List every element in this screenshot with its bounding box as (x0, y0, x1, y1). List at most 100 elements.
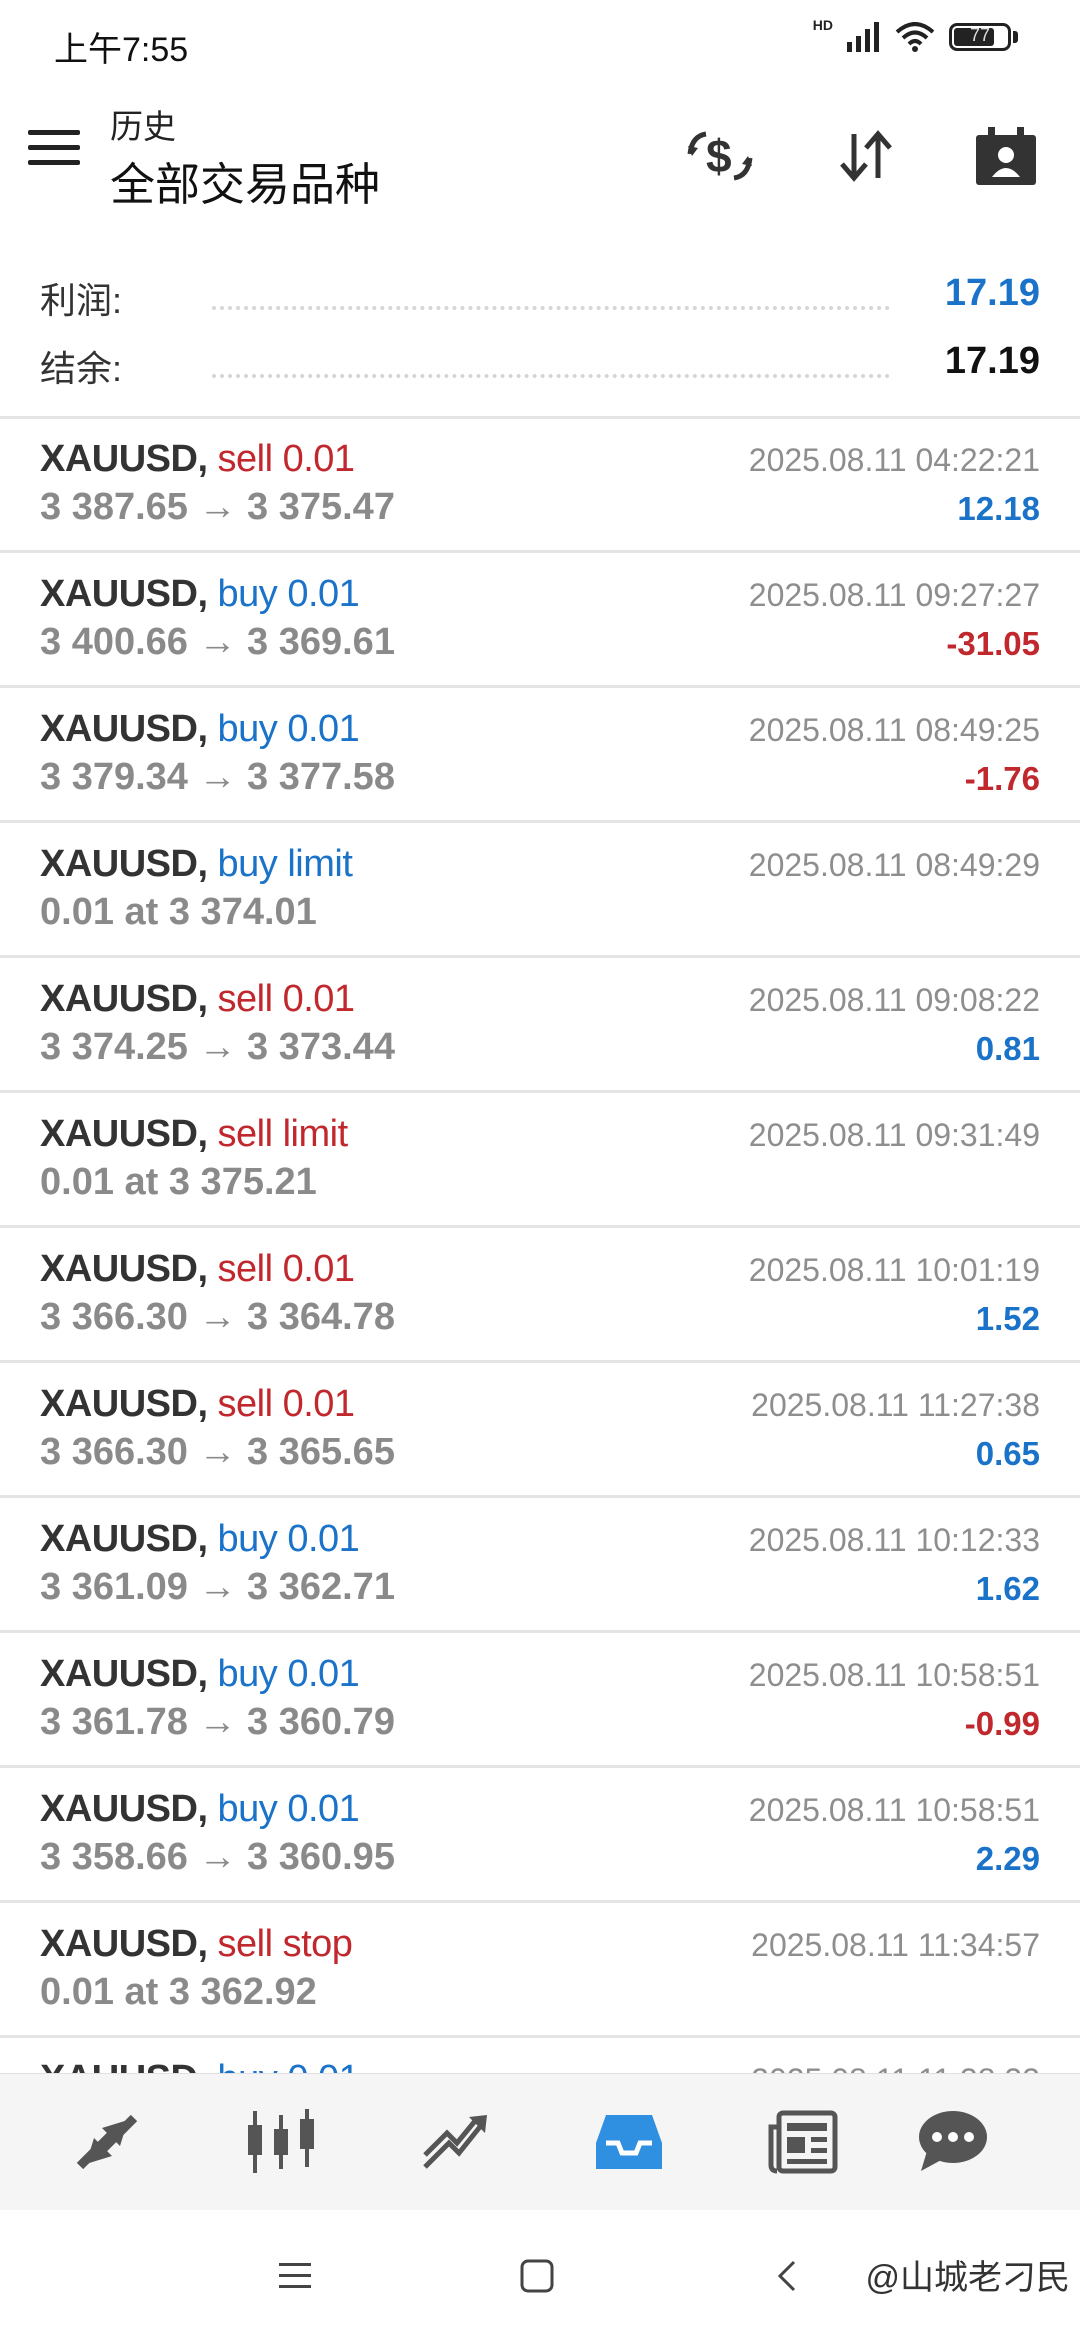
trade-symbol: XAUUSD, (40, 1518, 208, 1560)
quotes-icon[interactable] (62, 2102, 152, 2182)
trade-profit: 0.81 (975, 1030, 1040, 1067)
trade-prices: 3 400.66 → 3 369.61 (40, 621, 395, 663)
trade-symbol-line: XAUUSD,buy 0.01 (40, 1653, 360, 1696)
trade-symbol: XAUUSD, (40, 1788, 208, 1830)
trade-time: 2025.08.11 11:27:38 (751, 1387, 1040, 1423)
trade-profit: 2.29 (975, 1840, 1040, 1877)
trade-row[interactable]: XAUUSD, sell 0.01 3 387.65 → 3 375.47 2025.… (0, 418, 1080, 553)
trade-action: sell stop (217, 1923, 353, 1965)
history-icon[interactable] (584, 2102, 674, 2182)
trade-prices: 3 374.25 → 3 373.44 (40, 1026, 395, 1068)
svg-text:$: $ (706, 130, 732, 182)
trade-profit: 1.52 (975, 1300, 1040, 1337)
trade-symbol-line: XAUUSD, sell 0.01 (40, 1383, 355, 1426)
recent-apps-icon[interactable] (260, 2246, 330, 2306)
trade-symbol-line: XAUUSD, buy limit (40, 843, 353, 886)
home-icon[interactable] (502, 2246, 572, 2306)
trade-row[interactable]: XAUUSD, buy 0.01 3 400.66 → 3 369.61 2025.0… (0, 553, 1080, 688)
trade-time: 2025.08.11 08:49:25 (748, 712, 1040, 748)
trade-time: 2025.08.11 09:31:49 (748, 1117, 1040, 1153)
trade-profit: -1.76 (964, 760, 1040, 797)
news-icon[interactable] (758, 2102, 848, 2182)
sort-icon[interactable] (828, 118, 904, 194)
trade-symbol: XAUUSD, (40, 1653, 208, 1695)
trade-row[interactable]: XAUUSD, buy 0.01 3 361.09 → 3 362.71 2025.0… (0, 1498, 1080, 1633)
chart-icon[interactable] (236, 2102, 326, 2182)
trade-symbol: XAUUSD, (40, 1113, 208, 1155)
back-icon[interactable] (752, 2246, 822, 2306)
app-header: 历史 全部交易品种 $ (0, 90, 1080, 220)
trade-time: 2025.08.11 10:58:51 (748, 1657, 1040, 1693)
trade-symbol: XAUUSD, (40, 978, 208, 1020)
trade-row[interactable]: XAUUSD, buy 0.01 2025.08.11 11:38:33 (0, 2038, 1080, 2073)
trade-symbol-line: XAUUSD, sell 0.01 (40, 1248, 355, 1291)
trade-prices: 3 366.30 → 3 365.65 (40, 1431, 395, 1473)
trade-prices: 3 361.09 → 3 362.71 (40, 1566, 395, 1608)
trade-row[interactable]: XAUUSD, sell 0.01 3 366.30 → 3 364.78 2025.… (0, 1228, 1080, 1363)
trade-row[interactable]: XAUUSD, sell limit 0.01 at 3 375.21 2025.08… (0, 1093, 1080, 1228)
status-time: 上午7:55 (54, 31, 189, 69)
trade-prices: 3 358.66 → 3 360.95 (40, 1836, 395, 1878)
trade-action: buy 0.01 (217, 1653, 360, 1695)
trade-symbol-line: XAUUSD,buy 0.01 (40, 1518, 360, 1561)
battery-icon: 77 (949, 23, 1011, 51)
trade-row[interactable]: XAUUSD, sell 0.01 3 374.25 → 3 373.44 2025.… (0, 958, 1080, 1093)
balance-row: 结余: 17.19 (40, 326, 1040, 396)
calendar-icon[interactable] (968, 118, 1044, 194)
trade-action: sell 0.01 (217, 1383, 356, 1425)
status-icons: HD 77 (813, 17, 1018, 52)
trade-time: 2025.08.11 10:01:19 (748, 1252, 1040, 1288)
trade-row[interactable]: XAUUSD, buy 0.01 3 379.34 → 3 377.58 2025.0… (0, 688, 1080, 823)
hd-indicator: HD (812, 17, 833, 33)
trade-profit: 12.18 (957, 490, 1040, 527)
wifi-icon (895, 22, 935, 52)
battery-cap (1013, 31, 1018, 43)
trade-prices: 0.01 at 3 362.92 (40, 1971, 317, 2013)
trade-symbol-line: XAUUSD, sell 0.01 (40, 438, 355, 481)
chat-icon[interactable] (908, 2102, 998, 2182)
trade-prices: 3 366.30 → 3 364.78 (40, 1296, 395, 1338)
status-bar: 上午7:55 HD 77 (0, 0, 1080, 90)
trade-profit: 0.65 (975, 1435, 1040, 1472)
trade-action: buy 0.01 (217, 573, 360, 615)
trade-time: 2025.08.11 09:08:22 (748, 982, 1040, 1018)
trade-symbol-line: XAUUSD, buy 0.01 (40, 2058, 360, 2073)
trade-row[interactable]: XAUUSD, buy 0.01 3 358.66 → 3 360.95 2025.0… (0, 1768, 1080, 1903)
balance-label: 结余: (40, 348, 123, 389)
trade-symbol: XAUUSD, (40, 2058, 208, 2073)
trade-icon[interactable] (410, 2102, 500, 2182)
trade-prices: 0.01 at 3 375.21 (40, 1161, 317, 1203)
page-title[interactable]: 全部交易品种 (110, 148, 380, 213)
trade-action: buy 0.01 (218, 2058, 360, 2073)
trade-time: 2025.08.11 04:22:21 (748, 442, 1040, 478)
system-navigation-bar: @山城老刁民 (0, 2210, 1080, 2340)
trade-row[interactable]: XAUUSD, buy limit 0.01 at 3 374.01 2025.08.… (0, 823, 1080, 958)
trade-time: 2025.08.11 09:27:27 (748, 577, 1040, 613)
dotted-leader (212, 306, 890, 310)
trade-time: 2025.08.11 08:49:29 (748, 847, 1040, 883)
trade-symbol-line: XAUUSD,buy 0.01 (40, 573, 360, 616)
watermark: @山城老刁民 (865, 2259, 1070, 2297)
trade-symbol: XAUUSD, (40, 1248, 208, 1290)
trade-symbol-line: XAUUSD, sell limit (40, 1113, 348, 1156)
trade-time: 2025.08.11 10:58:51 (748, 1792, 1040, 1828)
currency-exchange-icon[interactable]: $ (682, 118, 758, 194)
trade-time: 2025.08.11 11:38:33 (751, 2062, 1040, 2073)
trade-symbol: XAUUSD, (40, 843, 208, 885)
trade-symbol: XAUUSD, (40, 1923, 208, 1965)
trade-row[interactable]: XAUUSD, sell stop 0.01 at 3 362.92 2025.08.… (0, 1903, 1080, 2038)
signal-icon (847, 22, 879, 52)
trade-action: sell 0.01 (217, 438, 356, 480)
menu-icon[interactable] (28, 130, 80, 170)
trade-action: buy 0.01 (217, 1518, 360, 1560)
trade-symbol: XAUUSD, (40, 573, 208, 615)
battery-level: 77 (969, 25, 991, 45)
trade-symbol-line: XAUUSD, sell 0.01 (40, 978, 355, 1021)
balance-value: 17.19 (944, 340, 1040, 382)
trade-row[interactable]: XAUUSD, buy 0.01 3 361.78 → 3 360.79 2025.0… (0, 1633, 1080, 1768)
trade-time: 2025.08.11 10:12:33 (748, 1522, 1040, 1558)
trade-prices: 3 387.65 → 3 375.47 (40, 486, 395, 528)
trade-action: buy 0.01 (217, 1788, 360, 1830)
trade-row[interactable]: XAUUSD, sell 0.01 3 366.30 → 3 365.65 2025.… (0, 1363, 1080, 1498)
trade-history-list[interactable]: XAUUSD, sell 0.01 3 387.65 → 3 375.47 2025.… (0, 418, 1080, 2073)
